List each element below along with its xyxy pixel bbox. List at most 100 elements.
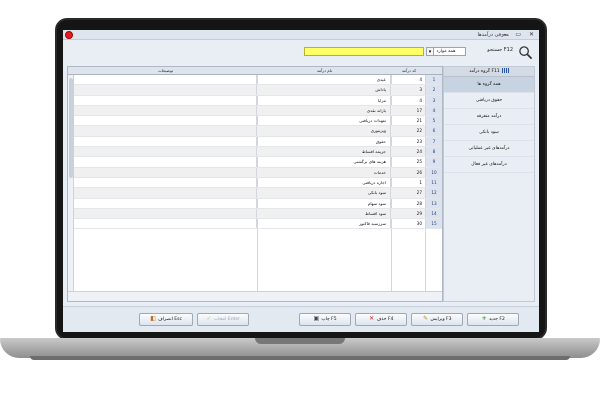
cell-code: 28 (392, 198, 426, 208)
cell-code: 17 (392, 105, 426, 116)
cell-row-number: 13 (426, 198, 442, 208)
cell-name: یارانه نقدی (258, 105, 391, 116)
cell-name: خدمات (258, 167, 391, 177)
cell-row-number: 10 (426, 167, 442, 177)
table-row[interactable]: حقوق 23 7 (74, 136, 442, 148)
cell-code: 26 (392, 167, 426, 177)
search-icon[interactable] (518, 45, 533, 60)
cell-row-number: 6 (426, 126, 442, 136)
laptop-notch (255, 338, 345, 344)
table-row[interactable]: خدمات 26 10 (74, 167, 442, 178)
income-table: توضیحات نام درآمد کد درآمد عیدی 4 1 پاداش 3 2… (67, 66, 443, 302)
cell-code: 4 (392, 95, 426, 105)
window-controls[interactable]: — ▭ ✕ (501, 30, 537, 40)
table-row[interactable]: عیدی 4 1 (74, 75, 442, 86)
income-group-header-label: گروه درآمد F11 (469, 69, 500, 74)
title-bar: معرفی درآمدها — ▭ ✕ (63, 30, 539, 40)
table-row[interactable]: مزایا 4 3 (74, 95, 442, 106)
table-row[interactable]: یارانه نقدی 17 4 (74, 105, 442, 117)
cell-row-number: 1 (426, 75, 442, 85)
horizontal-scrollbar[interactable] (68, 291, 442, 301)
table-row[interactable]: تعهدات دریافتی 21 5 (74, 116, 442, 127)
plus-icon: + (481, 314, 487, 322)
cell-code: 3 (392, 85, 426, 95)
cell-description (74, 188, 257, 198)
column-header-description[interactable]: توضیحات (74, 67, 257, 75)
cell-description (74, 116, 257, 126)
select-button-label: انتخاب Enter (214, 317, 240, 322)
table-row[interactable]: هزینه های برگشتی 25 9 (74, 157, 442, 168)
cell-row-number: 7 (426, 136, 442, 147)
cancel-button[interactable]: ◧ انصراف Esc (139, 313, 193, 326)
delete-button-label: حذف F4 (376, 317, 394, 322)
sidebar-item-inactive[interactable]: درآمدهای غیر فعال (444, 157, 534, 173)
new-button[interactable]: + جدید F2 (467, 313, 519, 326)
cell-code: 29 (392, 208, 426, 219)
delete-button[interactable]: ✕ حذف F4 (355, 313, 407, 326)
cell-description (74, 208, 257, 219)
cell-description (74, 75, 257, 85)
table-row[interactable]: سود اقساط 29 14 (74, 208, 442, 220)
new-button-label: جدید F2 (489, 317, 505, 322)
column-header-name[interactable]: نام درآمد (258, 67, 391, 75)
income-group-panel: گروه درآمد F11 همه گروه ها حقوق دریافتی … (443, 66, 535, 302)
cell-code: 23 (392, 136, 426, 147)
sidebar-item-salary[interactable]: حقوق دریافتی (444, 93, 534, 109)
cell-description (74, 147, 257, 157)
income-group-header: گروه درآمد F11 (444, 67, 534, 77)
check-icon: ✓ (206, 314, 212, 322)
table-row[interactable]: اجاره دریافتی 1 11 (74, 177, 442, 189)
exit-icon: ◧ (150, 314, 156, 322)
select-button[interactable]: ✓ انتخاب Enter (197, 313, 249, 326)
cell-row-number: 9 (426, 157, 442, 167)
cell-description (74, 126, 257, 136)
laptop-frame: معرفی درآمدها — ▭ ✕ جستجو F12 همه موارد … (0, 0, 600, 400)
printer-icon: ▣ (313, 314, 320, 322)
sidebar-item-all-groups[interactable]: همه گروه ها (444, 77, 534, 93)
table-header: توضیحات نام درآمد کد درآمد (68, 67, 442, 75)
pencil-icon: ✎ (422, 314, 428, 322)
sidebar-item-bank-interest[interactable]: سود بانکی (444, 125, 534, 141)
cell-description (74, 167, 257, 177)
search-toolbar: جستجو F12 همه موارد ▾ (63, 41, 539, 63)
column-header-code[interactable]: کد درآمد (392, 67, 426, 75)
cell-row-number: 2 (426, 85, 442, 95)
scrollbar-thumb[interactable] (69, 78, 73, 178)
app-logo-icon (65, 31, 73, 39)
cell-description (74, 198, 257, 208)
cell-description (74, 177, 257, 188)
cell-row-number: 14 (426, 208, 442, 219)
cell-row-number: 11 (426, 177, 442, 188)
sidebar-item-misc-income[interactable]: درآمد متفرقه (444, 109, 534, 125)
cell-name: جریمه اقساط (258, 147, 391, 157)
cell-row-number: 5 (426, 116, 442, 126)
search-label: جستجو F12 (487, 47, 513, 53)
table-row[interactable]: سود سهام 28 13 (74, 198, 442, 209)
print-button-label: چاپ F5 (321, 317, 337, 322)
cell-description (74, 95, 257, 105)
cell-name: عیدی (258, 75, 391, 85)
cell-row-number: 4 (426, 105, 442, 116)
cell-name: مزایا (258, 95, 391, 105)
table-row[interactable]: سررسید فاکتور 30 15 (74, 219, 442, 230)
cell-code: 25 (392, 157, 426, 167)
cancel-button-label: انصراف Esc (158, 317, 182, 322)
print-button[interactable]: ▣ چاپ F5 (299, 313, 351, 326)
cell-name: اجاره دریافتی (258, 177, 391, 188)
laptop-foot (30, 356, 570, 360)
cell-code: 27 (392, 188, 426, 198)
cell-row-number: 8 (426, 147, 442, 157)
table-row[interactable]: جریمه اقساط 24 8 (74, 147, 442, 158)
table-row[interactable]: پاداش 3 2 (74, 85, 442, 96)
cell-name: سررسید فاکتور (258, 219, 391, 229)
table-row[interactable]: ویزیتوری 22 6 (74, 126, 442, 137)
sidebar-item-non-operating[interactable]: درآمدهای غیر عملیاتی (444, 141, 534, 157)
cell-row-number: 15 (426, 219, 442, 229)
chevron-down-icon[interactable]: ▾ (426, 47, 434, 56)
table-row[interactable]: سود بانکی 27 12 (74, 188, 442, 199)
cell-name: حقوق (258, 136, 391, 147)
cell-name: هزینه های برگشتی (258, 157, 391, 167)
edit-button[interactable]: ✎ ویرایش F3 (411, 313, 463, 326)
search-input[interactable] (304, 47, 424, 56)
cell-row-number: 3 (426, 95, 442, 105)
